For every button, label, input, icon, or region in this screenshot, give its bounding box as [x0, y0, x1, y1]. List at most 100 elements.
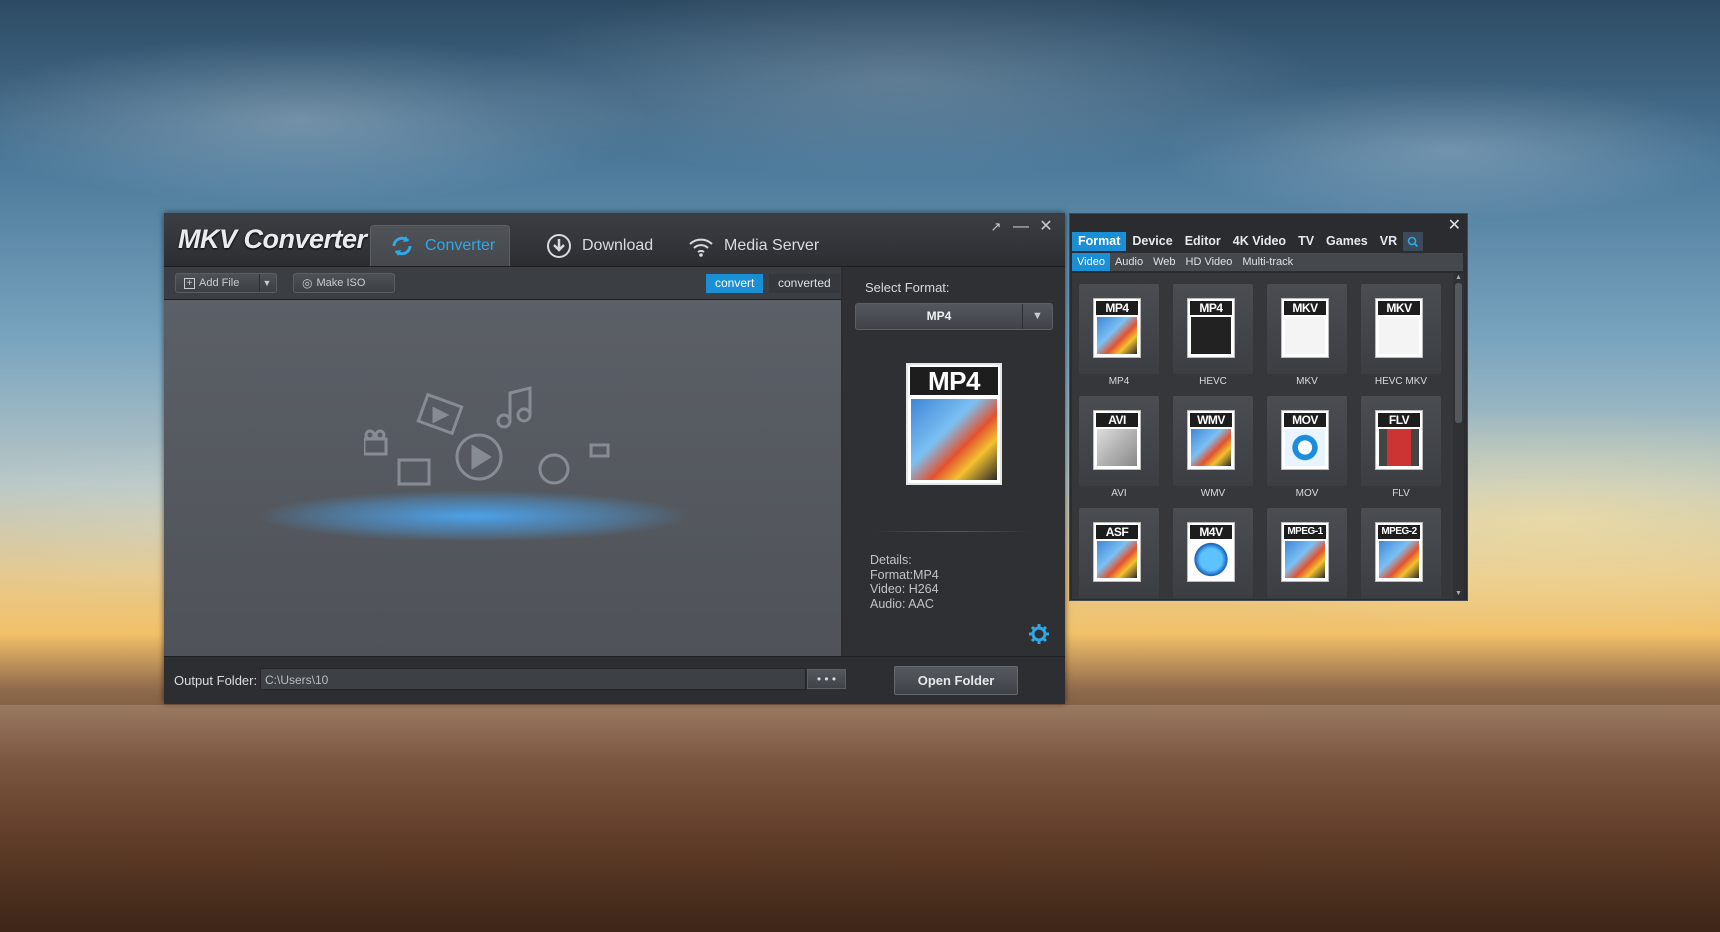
- close-icon[interactable]: ✕: [1448, 215, 1461, 235]
- preview-image: [911, 399, 997, 480]
- icon-text: M4V: [1190, 525, 1232, 539]
- format-select[interactable]: MP4 ▼: [855, 303, 1053, 330]
- tab-vr[interactable]: VR: [1374, 232, 1403, 251]
- preview-format-text: MP4: [910, 367, 998, 395]
- icon-image: [1379, 541, 1419, 578]
- gear-icon[interactable]: [1028, 623, 1050, 645]
- select-format-label: Select Format:: [865, 280, 950, 295]
- format-tile-mpeg-1[interactable]: MPEG-1: [1267, 508, 1347, 598]
- tab-convert[interactable]: convert: [706, 274, 764, 293]
- make-iso-button[interactable]: ◎ Make ISO: [293, 273, 395, 293]
- icon-image: [1097, 317, 1137, 354]
- tile-label: WMV: [1200, 488, 1226, 499]
- format-tile-avi[interactable]: AVI AVI: [1079, 396, 1159, 499]
- icon-text: MP4: [1096, 301, 1138, 315]
- tab-editor[interactable]: Editor: [1179, 232, 1227, 251]
- plus-icon: +: [184, 277, 195, 289]
- format-tile-wmv[interactable]: WMV WMV: [1173, 396, 1253, 499]
- subtab-multi-track[interactable]: Multi-track: [1237, 253, 1298, 271]
- chevron-down-icon[interactable]: ▼: [1022, 304, 1052, 329]
- chevron-down-icon[interactable]: ▼: [259, 274, 274, 292]
- search-icon[interactable]: [1403, 232, 1424, 251]
- icon-image: [1097, 429, 1137, 466]
- tab-format[interactable]: Format: [1072, 232, 1127, 251]
- subtab-web[interactable]: Web: [1148, 253, 1180, 271]
- tab-device[interactable]: Device: [1126, 232, 1178, 251]
- popout-icon[interactable]: ↗: [986, 217, 1006, 237]
- file-drop-area[interactable]: [164, 300, 841, 656]
- icon-text: WMV: [1190, 413, 1232, 427]
- search-glyph: [1407, 236, 1419, 247]
- format-tile-mpeg-2[interactable]: MPEG-2: [1361, 508, 1441, 598]
- subtab-audio[interactable]: Audio: [1110, 253, 1148, 271]
- tile-label: MKV: [1296, 376, 1318, 387]
- icon-image: [1285, 541, 1325, 578]
- tab-download[interactable]: Download: [546, 225, 653, 266]
- icon-text: MP4: [1190, 301, 1232, 315]
- tab-media-server[interactable]: Media Server: [688, 225, 819, 266]
- flv-icon: FLV: [1375, 410, 1423, 470]
- icon-text: MOV: [1284, 413, 1326, 427]
- browse-button[interactable]: • • •: [807, 669, 846, 689]
- icon-text: MPEG-1: [1284, 525, 1326, 539]
- scroll-thumb[interactable]: [1455, 283, 1462, 423]
- icon-text: AVI: [1096, 413, 1138, 427]
- asf-icon: ASF: [1093, 522, 1141, 582]
- tile-label: MP4: [1108, 376, 1130, 387]
- wmv-icon: WMV: [1187, 410, 1235, 470]
- tile-label: FLV: [1392, 488, 1410, 499]
- icon-image: [1191, 317, 1231, 354]
- output-path-field[interactable]: C:\Users\10: [260, 668, 806, 690]
- subtab-video[interactable]: Video: [1072, 253, 1110, 271]
- icon-text: FLV: [1378, 413, 1420, 427]
- minimize-icon[interactable]: —: [1011, 217, 1031, 237]
- scroll-up-icon[interactable]: ▲: [1455, 274, 1462, 281]
- format-select-value: MP4: [926, 309, 952, 323]
- details-format: Format:MP4: [870, 567, 939, 582]
- format-tile-mp4[interactable]: MP4 MP4: [1079, 284, 1159, 387]
- wifi-icon: [689, 238, 713, 257]
- close-icon[interactable]: ✕: [1036, 217, 1056, 237]
- format-grid: MP4 MP4 MP4 HEVC MKV MKV MKV HEVC MKV AV…: [1072, 273, 1453, 599]
- icon-image: [1097, 541, 1137, 578]
- desktop-field: [0, 705, 1720, 932]
- icon-text: MKV: [1378, 301, 1420, 315]
- format-tile-m4v[interactable]: M4V: [1173, 508, 1253, 598]
- format-tile-asf[interactable]: ASF: [1079, 508, 1159, 598]
- format-panel: Select Format: MP4 ▼ MP4 Details: Format…: [843, 267, 1065, 656]
- app-title: MKV Converter: [178, 224, 367, 254]
- icon-image: [1379, 429, 1419, 466]
- tile-label: HEVC MKV: [1374, 376, 1428, 387]
- avi-icon: AVI: [1093, 410, 1141, 470]
- format-tile-hevc[interactable]: MP4 HEVC: [1173, 284, 1253, 387]
- tab-tv[interactable]: TV: [1292, 232, 1320, 251]
- scroll-down-icon[interactable]: ▼: [1455, 590, 1462, 597]
- format-category-tabs: Format Device Editor 4K Video TV Games V…: [1072, 232, 1424, 251]
- tab-converter[interactable]: Converter: [370, 225, 510, 266]
- format-scrollbar[interactable]: ▲ ▼: [1453, 273, 1464, 599]
- drop-glow: [209, 483, 739, 543]
- format-tile-flv[interactable]: FLV FLV: [1361, 396, 1441, 499]
- tab-4k-video[interactable]: 4K Video: [1227, 232, 1292, 251]
- format-tile-mkv[interactable]: MKV MKV: [1267, 284, 1347, 387]
- tab-converted[interactable]: converted: [769, 274, 840, 293]
- divider: [873, 531, 1033, 532]
- tile-label: HEVC: [1199, 376, 1227, 387]
- open-folder-button[interactable]: Open Folder: [894, 666, 1018, 695]
- disc-icon: ◎: [302, 276, 313, 290]
- tab-games[interactable]: Games: [1320, 232, 1374, 251]
- format-window: ✕ Format Device Editor 4K Video TV Games…: [1069, 213, 1468, 601]
- icon-image: [1191, 429, 1231, 466]
- toolbar: + Add File ▼ ◎ Make ISO convert converte…: [164, 267, 841, 300]
- subtab-hd-video[interactable]: HD Video: [1181, 253, 1238, 271]
- icon-text: ASF: [1096, 525, 1138, 539]
- tile-label: AVI: [1111, 488, 1127, 499]
- format-tile-hevc-mkv[interactable]: MKV HEVC MKV: [1361, 284, 1441, 387]
- format-tile-mov[interactable]: MOV MOV: [1267, 396, 1347, 499]
- refresh-icon: [392, 236, 412, 256]
- hevc-icon: MP4: [1187, 298, 1235, 358]
- tab-download-label: Download: [582, 236, 654, 254]
- details-video: Video: H264: [870, 582, 939, 596]
- add-file-button[interactable]: + Add File ▼: [175, 273, 277, 293]
- tile-label: MOV: [1295, 488, 1319, 499]
